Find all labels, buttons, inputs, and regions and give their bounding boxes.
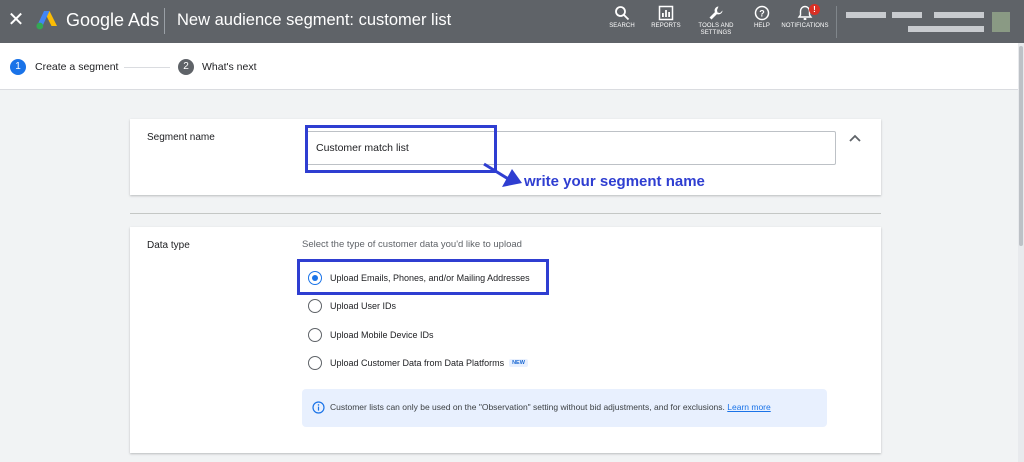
step-1-number: 1 xyxy=(10,59,26,75)
segment-name-label: Segment name xyxy=(147,132,215,143)
top-bar: ✕ Google Ads New audience segment: custo… xyxy=(0,0,1024,43)
tools-settings-button[interactable]: TOOLS AND SETTINGS xyxy=(690,5,742,41)
annotation-text: write your segment name xyxy=(524,173,705,190)
reports-button[interactable]: REPORTS xyxy=(640,5,692,41)
option-mobile-device-ids[interactable]: Upload Mobile Device IDs xyxy=(308,327,434,343)
notifications-label: NOTIFICATIONS xyxy=(781,23,829,29)
section-divider xyxy=(130,213,881,214)
notification-badge: ! xyxy=(809,4,820,15)
account-divider xyxy=(836,6,837,38)
help-icon: ? xyxy=(754,5,770,21)
radio-unselected[interactable] xyxy=(308,328,322,342)
scrollbar-thumb[interactable] xyxy=(1019,46,1023,246)
tools-settings-label: TOOLS AND SETTINGS xyxy=(698,23,734,36)
data-type-label: Data type xyxy=(147,240,190,251)
annotation-arrow-icon xyxy=(483,162,522,187)
option-label: Upload User IDs xyxy=(330,301,397,311)
step-2-label[interactable]: What's next xyxy=(202,61,257,73)
option-data-platforms[interactable]: Upload Customer Data from Data Platforms… xyxy=(308,355,528,371)
close-icon[interactable]: ✕ xyxy=(7,10,25,30)
annotation-box-segment-name xyxy=(305,125,497,173)
new-badge: NEW xyxy=(509,359,528,367)
reports-icon xyxy=(658,5,674,21)
step-1-label[interactable]: Create a segment xyxy=(35,61,118,73)
stepper: 1 Create a segment 2 What's next xyxy=(0,43,1018,90)
step-2-number: 2 xyxy=(178,59,194,75)
info-icon xyxy=(312,401,325,414)
info-notice: Customer lists can only be used on the "… xyxy=(302,389,827,427)
brand-name: Google Ads xyxy=(66,10,160,30)
reports-label: REPORTS xyxy=(651,23,681,29)
radio-unselected[interactable] xyxy=(308,356,322,370)
account-info-redacted[interactable] xyxy=(846,10,1016,36)
option-label: Upload Customer Data from Data Platforms xyxy=(330,358,505,368)
svg-text:?: ? xyxy=(759,9,765,19)
notifications-button[interactable]: ! NOTIFICATIONS xyxy=(779,4,831,41)
wrench-icon xyxy=(709,6,723,20)
radio-unselected[interactable] xyxy=(308,299,322,313)
google-ads-logo xyxy=(36,11,57,30)
header-divider xyxy=(164,8,165,34)
step-connector xyxy=(124,67,170,68)
search-icon xyxy=(615,6,630,21)
option-label: Upload Mobile Device IDs xyxy=(330,330,434,340)
page-title: New audience segment: customer list xyxy=(177,11,452,29)
annotation-box-data-type xyxy=(297,259,549,295)
learn-more-link[interactable]: Learn more xyxy=(727,402,770,412)
data-type-hint: Select the type of customer data you'd l… xyxy=(302,239,522,250)
option-user-ids[interactable]: Upload User IDs xyxy=(308,298,396,314)
chevron-up-icon[interactable] xyxy=(847,131,863,145)
info-text: Customer lists can only be used on the "… xyxy=(330,402,771,412)
